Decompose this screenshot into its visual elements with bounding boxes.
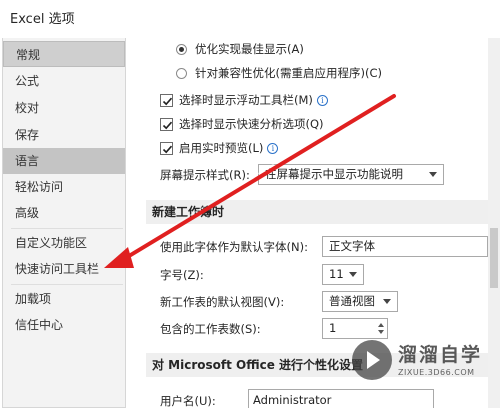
- username-label: 用户名(U):: [160, 394, 216, 408]
- default-view-label: 新工作表的默认视图(V):: [160, 295, 285, 309]
- sidebar-item-proofing[interactable]: 校对: [3, 95, 125, 121]
- font-size-label: 字号(Z):: [160, 268, 204, 282]
- chevron-down-icon: [429, 172, 437, 177]
- info-icon: i: [267, 142, 279, 154]
- screentip-style-value: 在屏幕提示中显示功能说明: [265, 167, 403, 181]
- radio-row-compatibility[interactable]: 针对兼容性优化(需重启应用程序)(C): [176, 62, 382, 84]
- radio-label-best-appearance: 优化实现最佳显示(A): [195, 42, 304, 56]
- check-icon: [162, 145, 173, 153]
- sidebar-item-accessibility[interactable]: 轻松访问: [3, 174, 125, 200]
- spin-up-icon[interactable]: [378, 323, 384, 327]
- radio-label-compatibility: 针对兼容性优化(需重启应用程序)(C): [195, 66, 382, 80]
- sidebar-item-save[interactable]: 保存: [3, 122, 125, 148]
- sidebar-item-quick-access-toolbar[interactable]: 快速访问工具栏: [3, 256, 125, 282]
- font-size-value: 11: [329, 267, 344, 281]
- play-logo-icon: [352, 340, 392, 380]
- watermark: 溜溜自学 ZIXUE.3D66.COM: [352, 338, 492, 390]
- radio-button[interactable]: [176, 67, 187, 79]
- sheet-count-value: 1: [329, 321, 337, 335]
- checkbox-quick-analysis[interactable]: [160, 117, 173, 131]
- checkbox-row-mini-toolbar[interactable]: 选择时显示浮动工具栏(M) i: [160, 89, 328, 111]
- sidebar-item-language[interactable]: 语言: [3, 148, 125, 174]
- screentip-style-select[interactable]: 在屏幕提示中显示功能说明: [258, 164, 444, 185]
- check-icon: [162, 121, 173, 129]
- sidebar-item-general[interactable]: 常规: [3, 41, 125, 67]
- default-font-value: 正文字体: [329, 239, 375, 253]
- screentip-label: 屏幕提示样式(R):: [160, 168, 250, 182]
- window-title: Excel 选项: [10, 12, 75, 27]
- sidebar-divider: [11, 284, 123, 285]
- checkbox-label-live-preview: 启用实时预览(L): [179, 141, 264, 155]
- chevron-down-icon: [383, 299, 391, 304]
- checkbox-row-live-preview[interactable]: 启用实时预览(L) i: [160, 137, 279, 159]
- options-sidebar: 常规 公式 校对 保存 语言 轻松访问 高级 自定义功能区 快速访问工具栏 加载…: [2, 38, 126, 408]
- sidebar-item-customize-ribbon[interactable]: 自定义功能区: [3, 230, 125, 256]
- title-bar: Excel 选项: [0, 0, 500, 32]
- sheet-count-label: 包含的工作表数(S):: [160, 322, 261, 336]
- default-font-select[interactable]: 正文字体: [322, 236, 488, 257]
- watermark-brand: 溜溜自学: [398, 344, 483, 366]
- watermark-url: ZIXUE.3D66.COM: [398, 368, 475, 377]
- section-header-new-workbook: 新建工作簿时: [146, 200, 500, 224]
- radio-row-best-appearance[interactable]: 优化实现最佳显示(A): [176, 38, 304, 60]
- sidebar-item-trust-center[interactable]: 信任中心: [3, 312, 125, 338]
- checkbox-row-quick-analysis[interactable]: 选择时显示快速分析选项(Q): [160, 113, 324, 135]
- checkbox-mini-toolbar[interactable]: [160, 93, 173, 107]
- chevron-down-icon: [349, 272, 357, 277]
- sidebar-item-advanced[interactable]: 高级: [3, 200, 125, 226]
- checkbox-live-preview[interactable]: [160, 141, 173, 155]
- scrollbar-thumb[interactable]: [490, 228, 498, 288]
- default-font-label: 使用此字体作为默认字体(N):: [160, 240, 308, 254]
- sheet-count-stepper[interactable]: 1: [322, 318, 388, 339]
- checkbox-label-quick-analysis: 选择时显示快速分析选项(Q): [179, 117, 324, 131]
- font-size-select[interactable]: 11: [322, 264, 364, 285]
- info-icon: i: [316, 94, 328, 106]
- default-view-select[interactable]: 普通视图: [322, 291, 398, 312]
- default-view-value: 普通视图: [329, 294, 375, 308]
- check-icon: [162, 97, 173, 105]
- sidebar-item-add-ins[interactable]: 加载项: [3, 286, 125, 312]
- username-input[interactable]: Administrator: [248, 389, 434, 408]
- radio-button-selected[interactable]: [176, 43, 187, 55]
- sidebar-divider: [11, 228, 123, 229]
- spin-down-icon[interactable]: [378, 330, 384, 334]
- sidebar-item-formulas[interactable]: 公式: [3, 68, 125, 94]
- checkbox-label-mini-toolbar: 选择时显示浮动工具栏(M): [179, 93, 313, 107]
